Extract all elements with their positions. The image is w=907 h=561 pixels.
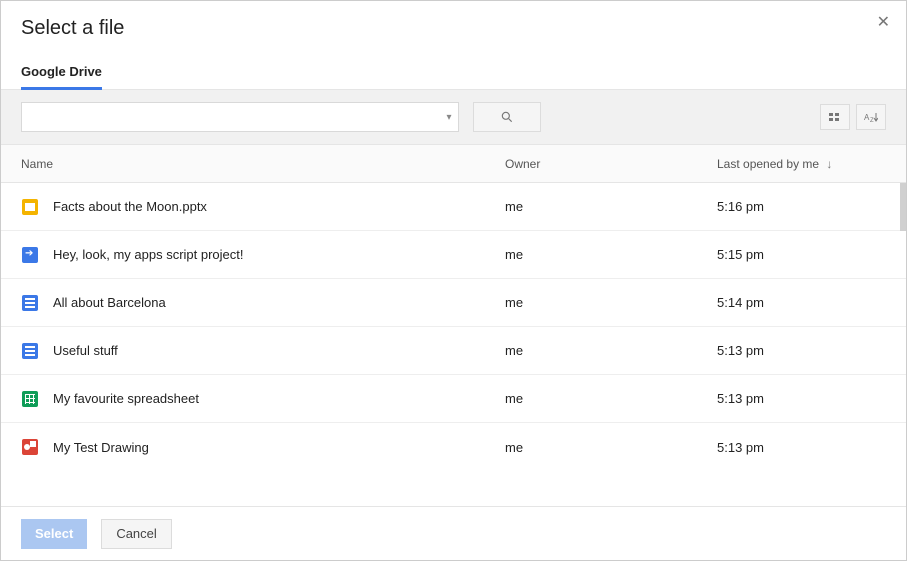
sort-az-icon: AZ <box>864 111 878 123</box>
file-date: 5:13 pm <box>717 391 886 406</box>
close-button[interactable]: ✕ <box>877 15 890 31</box>
sheets-icon <box>21 390 39 408</box>
caret-down-icon: ▾ <box>446 112 451 123</box>
view-controls: AZ <box>820 104 886 130</box>
table-row[interactable]: All about Barcelona me 5:14 pm <box>1 279 906 327</box>
file-name: Hey, look, my apps script project! <box>53 247 244 262</box>
dialog-footer: Select Cancel <box>1 506 906 560</box>
dialog-title: Select a file <box>21 17 886 40</box>
file-name: My Test Drawing <box>53 440 149 455</box>
search-icon <box>500 110 514 124</box>
column-header-name[interactable]: Name <box>21 157 505 171</box>
scrollbar-thumb[interactable] <box>900 183 906 231</box>
grid-view-button[interactable] <box>820 104 850 130</box>
file-list[interactable]: Facts about the Moon.pptx me 5:16 pm Hey… <box>1 183 906 506</box>
search-input[interactable] <box>22 103 440 131</box>
file-picker-dialog: Select a file ✕ Google Drive ▾ AZ Name <box>0 0 907 561</box>
table-row[interactable]: My favourite spreadsheet me 5:13 pm <box>1 375 906 423</box>
column-header-date-label: Last opened by me <box>717 157 819 171</box>
file-name: Useful stuff <box>53 343 118 358</box>
search-button[interactable] <box>473 102 541 132</box>
drawings-icon <box>21 438 39 456</box>
sort-button[interactable]: AZ <box>856 104 886 130</box>
file-owner: me <box>505 343 717 358</box>
file-owner: me <box>505 199 717 214</box>
search-box[interactable]: ▾ <box>21 102 459 132</box>
file-name: Facts about the Moon.pptx <box>53 199 207 214</box>
svg-text:Z: Z <box>870 118 874 123</box>
docs-icon <box>21 342 39 360</box>
file-owner: me <box>505 247 717 262</box>
select-button[interactable]: Select <box>21 519 87 549</box>
file-name: My favourite spreadsheet <box>53 391 199 406</box>
file-owner: me <box>505 391 717 406</box>
close-icon: ✕ <box>877 14 890 31</box>
file-date: 5:16 pm <box>717 199 886 214</box>
table-row[interactable]: Facts about the Moon.pptx me 5:16 pm <box>1 183 906 231</box>
tab-google-drive[interactable]: Google Drive <box>21 54 102 89</box>
grid-icon <box>829 111 841 123</box>
file-owner: me <box>505 295 717 310</box>
tab-bar: Google Drive <box>1 54 906 90</box>
sort-descending-icon: ↓ <box>826 157 832 171</box>
search-options-caret[interactable]: ▾ <box>440 112 458 123</box>
dialog-header: Select a file ✕ <box>1 1 906 40</box>
file-date: 5:15 pm <box>717 247 886 262</box>
file-date: 5:14 pm <box>717 295 886 310</box>
docs-icon <box>21 294 39 312</box>
column-header-owner[interactable]: Owner <box>505 157 717 171</box>
column-header-last-opened[interactable]: Last opened by me ↓ <box>717 157 886 171</box>
file-date: 5:13 pm <box>717 440 886 455</box>
table-row[interactable]: My Test Drawing me 5:13 pm <box>1 423 906 471</box>
column-header-row: Name Owner Last opened by me ↓ <box>1 145 906 183</box>
toolbar: ▾ AZ <box>1 90 906 145</box>
table-row[interactable]: Useful stuff me 5:13 pm <box>1 327 906 375</box>
apps-script-icon <box>21 246 39 264</box>
file-name: All about Barcelona <box>53 295 166 310</box>
cancel-button[interactable]: Cancel <box>101 519 171 549</box>
slides-icon <box>21 198 39 216</box>
table-row[interactable]: Hey, look, my apps script project! me 5:… <box>1 231 906 279</box>
file-owner: me <box>505 440 717 455</box>
file-date: 5:13 pm <box>717 343 886 358</box>
